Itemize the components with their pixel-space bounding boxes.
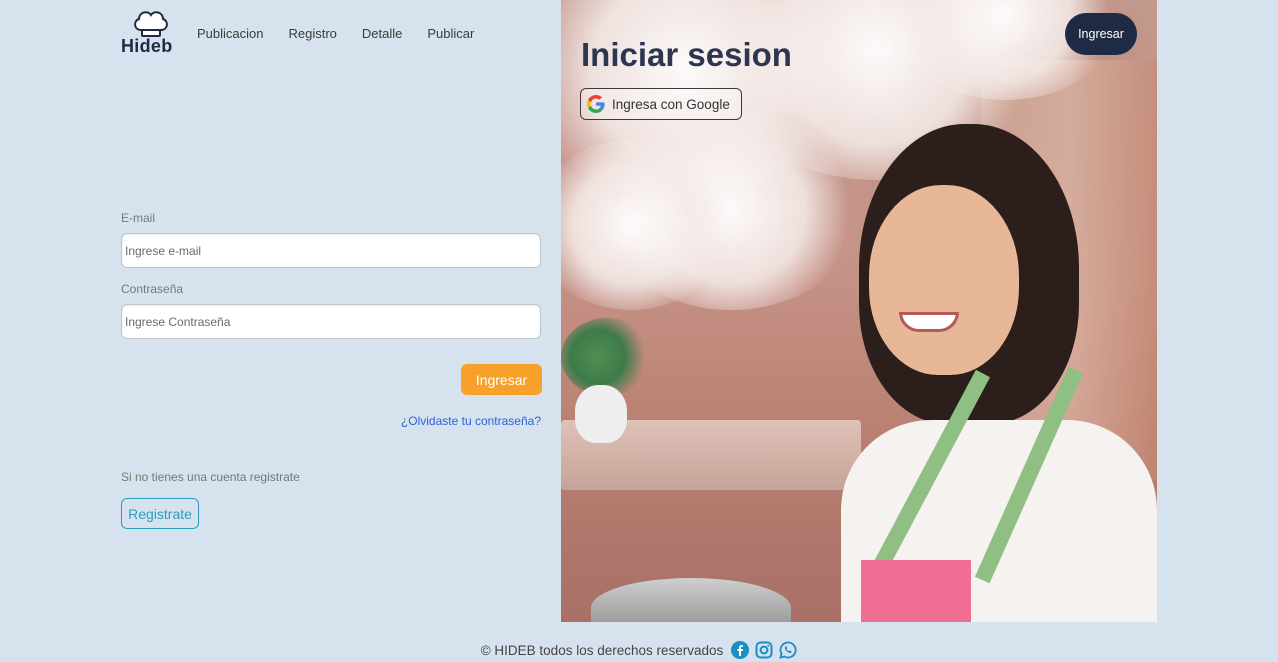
email-field[interactable] <box>121 233 541 268</box>
hero-mixing-bowl <box>591 578 791 622</box>
forgot-password-link[interactable]: ¿Olvidaste tu contraseña? <box>401 414 541 428</box>
email-label: E-mail <box>121 211 156 225</box>
nav-item-detalle[interactable]: Detalle <box>362 26 402 41</box>
footer-copyright: © HIDEB todos los derechos reservados <box>480 642 724 658</box>
nav-item-publicar[interactable]: Publicar <box>427 26 474 41</box>
footer-social-icons <box>731 641 797 659</box>
hero-person-face <box>869 185 1019 375</box>
password-field[interactable] <box>121 304 541 339</box>
nav-item-publicacion[interactable]: Publicacion <box>197 26 264 41</box>
footer: © HIDEB todos los derechos reservados <box>0 641 1278 659</box>
brand-name: Hideb <box>121 36 173 56</box>
google-login-button[interactable]: Ingresa con Google <box>580 88 742 120</box>
facebook-icon[interactable] <box>731 641 750 659</box>
google-icon <box>587 95 605 113</box>
nav-item-registro[interactable]: Registro <box>289 26 337 41</box>
header-login-button[interactable]: Ingresar <box>1065 13 1137 55</box>
chef-hat-icon <box>134 11 168 37</box>
google-login-label: Ingresa con Google <box>612 96 730 112</box>
password-label: Contraseña <box>121 282 184 296</box>
hero-image-panel: Iniciar sesion Ingresa con Google <box>561 0 1157 622</box>
brand-logo[interactable]: Hideb <box>121 8 181 58</box>
page-title: Iniciar sesion <box>581 36 792 73</box>
no-account-text: Si no tienes una cuenta registrate <box>121 470 300 484</box>
hero-apron <box>861 560 971 622</box>
instagram-icon[interactable] <box>755 641 773 659</box>
submit-login-button[interactable]: Ingresar <box>461 364 542 395</box>
main-nav: Publicacion Registro Detalle Publicar <box>197 26 499 41</box>
hero-vase <box>575 385 627 443</box>
whatsapp-icon[interactable] <box>779 641 797 659</box>
register-button[interactable]: Registrate <box>121 498 199 529</box>
